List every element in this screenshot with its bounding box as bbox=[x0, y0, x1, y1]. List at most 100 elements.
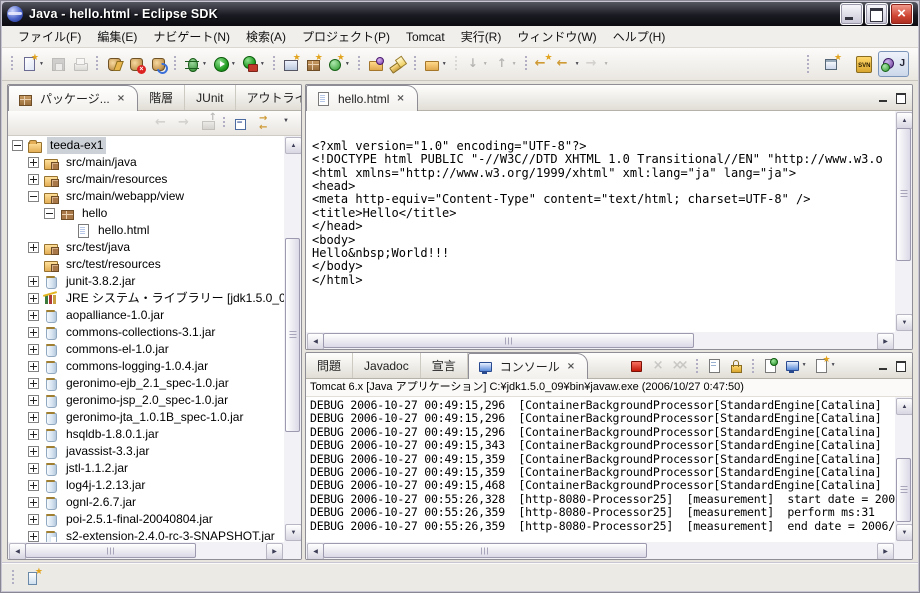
open-perspective-button[interactable] bbox=[820, 51, 845, 77]
new-wizard-button[interactable] bbox=[19, 52, 46, 76]
titlebar[interactable]: Java - hello.html - Eclipse SDK bbox=[2, 2, 918, 26]
scroll-left-icon[interactable] bbox=[307, 543, 324, 559]
tree-item[interactable]: jstl-1.1.2.jar bbox=[8, 460, 284, 477]
scroll-left-icon[interactable] bbox=[307, 333, 324, 349]
minimize-editor-button[interactable] bbox=[877, 91, 891, 105]
up-nav-button[interactable] bbox=[199, 113, 219, 133]
scrollbar-thumb[interactable] bbox=[323, 333, 694, 348]
expander-icon[interactable] bbox=[28, 191, 39, 202]
maximize-view-button[interactable] bbox=[894, 359, 908, 373]
view-tab[interactable]: JUnit bbox=[185, 85, 235, 110]
menu-item[interactable]: ウィンドウ(W) bbox=[509, 26, 604, 47]
view-tab[interactable]: アウトライン bbox=[236, 85, 302, 110]
tomcat-stop-button[interactable] bbox=[126, 52, 146, 76]
save-button[interactable] bbox=[48, 52, 68, 76]
scroll-right-icon[interactable] bbox=[877, 543, 894, 559]
forward-nav-small-button[interactable] bbox=[176, 113, 196, 133]
menu-item[interactable]: 検索(A) bbox=[238, 26, 294, 47]
forward-button[interactable] bbox=[584, 52, 611, 76]
close-tab-icon[interactable] bbox=[117, 94, 125, 104]
search-button[interactable] bbox=[388, 52, 408, 76]
scrollbar-thumb[interactable] bbox=[896, 128, 911, 261]
dropdown-arrow-icon[interactable] bbox=[260, 55, 265, 73]
tree-vertical-scrollbar[interactable] bbox=[284, 136, 301, 542]
prev-annotation-button[interactable] bbox=[492, 52, 519, 76]
java-perspective-button[interactable]: J bbox=[878, 51, 909, 77]
tree-item[interactable]: junit-3.8.2.jar bbox=[8, 273, 284, 290]
clear-console-button[interactable] bbox=[704, 355, 724, 377]
dropdown-arrow-icon[interactable] bbox=[483, 55, 488, 73]
dropdown-arrow-icon[interactable] bbox=[39, 55, 44, 73]
tree-item[interactable]: commons-logging-1.0.4.jar bbox=[8, 358, 284, 375]
open-console-button[interactable] bbox=[811, 355, 838, 377]
tree-item[interactable]: src/main/webapp/view bbox=[8, 188, 284, 205]
tree-item[interactable]: hsqldb-1.8.0.1.jar bbox=[8, 426, 284, 443]
menu-item[interactable]: プロジェクト(P) bbox=[294, 26, 398, 47]
expander-icon[interactable] bbox=[28, 361, 39, 372]
tree-item[interactable]: teeda-ex1 bbox=[8, 137, 284, 154]
tree-item[interactable]: src/test/java bbox=[8, 239, 284, 256]
tree-item[interactable]: hello bbox=[8, 205, 284, 222]
tree-item[interactable]: geronimo-jta_1.0.1B_spec-1.0.jar bbox=[8, 409, 284, 426]
expander-icon[interactable] bbox=[28, 446, 39, 457]
remove-launch-button[interactable] bbox=[648, 355, 668, 377]
tomcat-start-button[interactable] bbox=[104, 52, 124, 76]
console-output[interactable]: DEBUG 2006-10-27 00:49:15,296 [Container… bbox=[306, 397, 912, 559]
expander-icon[interactable] bbox=[28, 242, 39, 253]
expander-icon[interactable] bbox=[28, 531, 39, 542]
tree-item[interactable]: log4j-1.2.13.jar bbox=[8, 477, 284, 494]
view-tab[interactable]: 階層 bbox=[138, 85, 185, 110]
tree-item[interactable]: javassist-3.3.jar bbox=[8, 443, 284, 460]
menu-item[interactable]: 編集(E) bbox=[89, 26, 145, 47]
maximize-editor-button[interactable] bbox=[894, 91, 908, 105]
scroll-right-icon[interactable] bbox=[266, 543, 283, 559]
expander-icon[interactable] bbox=[28, 310, 39, 321]
expander-icon[interactable] bbox=[44, 208, 55, 219]
open-resource-button[interactable] bbox=[422, 52, 449, 76]
dropdown-arrow-icon[interactable] bbox=[512, 55, 517, 73]
scroll-up-icon[interactable] bbox=[285, 137, 301, 154]
scroll-lock-button[interactable] bbox=[726, 355, 746, 377]
expander-icon[interactable] bbox=[28, 344, 39, 355]
editor-vertical-scrollbar[interactable] bbox=[895, 111, 912, 332]
code-editor[interactable]: <?xml version="1.0" encoding="UTF-8"?><!… bbox=[306, 111, 912, 349]
dropdown-arrow-icon[interactable] bbox=[604, 55, 609, 73]
svn-perspective-button[interactable]: SVN bbox=[847, 51, 876, 77]
expander-icon[interactable] bbox=[28, 463, 39, 474]
expander-icon[interactable] bbox=[28, 480, 39, 491]
menu-item[interactable]: ナビゲート(N) bbox=[145, 26, 238, 47]
scrollbar-thumb[interactable] bbox=[323, 543, 647, 558]
maximize-button[interactable] bbox=[865, 3, 888, 25]
editor-horizontal-scrollbar[interactable] bbox=[306, 332, 895, 349]
tree-item[interactable]: JRE システム・ライブラリー [jdk1.5.0_09] bbox=[8, 290, 284, 307]
close-tab-icon[interactable] bbox=[567, 362, 575, 372]
expander-icon[interactable] bbox=[28, 293, 39, 304]
dropdown-arrow-icon[interactable] bbox=[442, 55, 447, 73]
run-button[interactable] bbox=[211, 52, 238, 76]
back-button[interactable] bbox=[555, 52, 582, 76]
open-type-button[interactable] bbox=[366, 52, 386, 76]
tree-item[interactable]: hello.html bbox=[8, 222, 284, 239]
external-tools-button[interactable] bbox=[240, 52, 267, 76]
minimize-view-button[interactable] bbox=[877, 359, 891, 373]
menu-item[interactable]: Tomcat bbox=[398, 28, 453, 46]
expander-icon[interactable] bbox=[28, 412, 39, 423]
expander-icon[interactable] bbox=[28, 157, 39, 168]
debug-button[interactable] bbox=[182, 52, 209, 76]
menu-item[interactable]: 実行(R) bbox=[453, 26, 510, 47]
scroll-up-icon[interactable] bbox=[896, 112, 912, 129]
view-tab[interactable]: コンソール bbox=[468, 353, 588, 379]
last-edit-location-button[interactable] bbox=[533, 52, 553, 76]
tree-item[interactable]: geronimo-jsp_2.0_spec-1.0.jar bbox=[8, 392, 284, 409]
fast-view-button[interactable] bbox=[23, 566, 43, 590]
view-menu-button[interactable] bbox=[277, 113, 297, 133]
scrollbar-thumb[interactable] bbox=[25, 543, 196, 558]
scroll-right-icon[interactable] bbox=[877, 333, 894, 349]
expander-icon[interactable] bbox=[28, 497, 39, 508]
close-tab-icon[interactable] bbox=[396, 94, 404, 104]
dropdown-arrow-icon[interactable] bbox=[345, 55, 350, 73]
tree-item[interactable]: src/test/resources bbox=[8, 256, 284, 273]
tomcat-restart-button[interactable] bbox=[148, 52, 168, 76]
dropdown-arrow-icon[interactable] bbox=[231, 55, 236, 73]
expander-icon[interactable] bbox=[28, 174, 39, 185]
